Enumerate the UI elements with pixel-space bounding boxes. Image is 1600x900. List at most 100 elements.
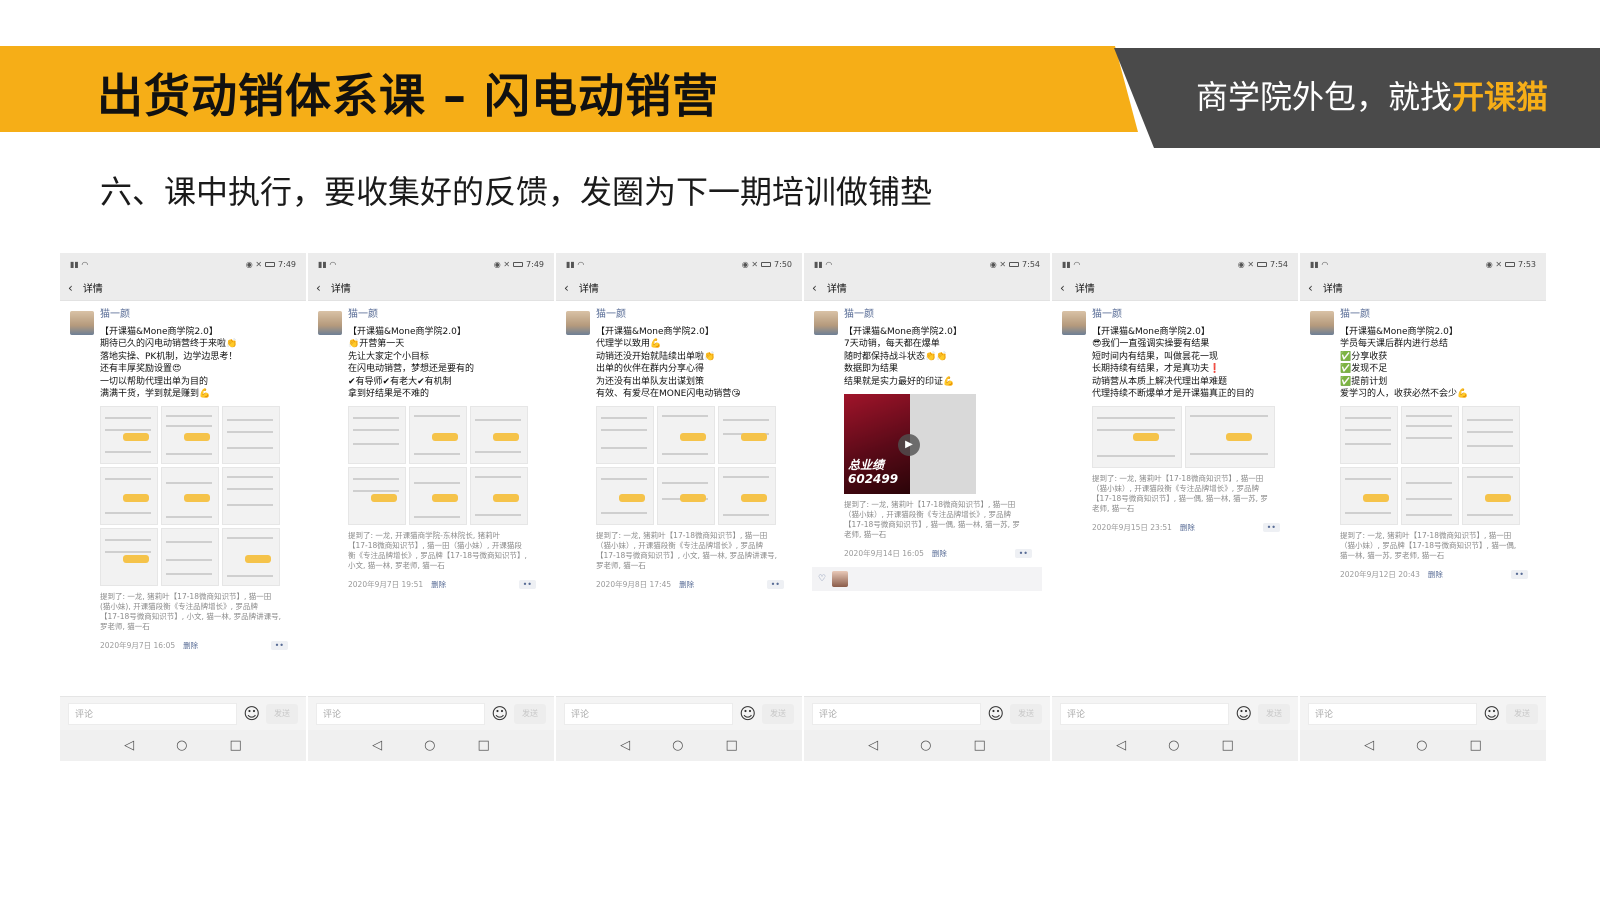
post-image[interactable] — [1462, 406, 1520, 465]
recents-nav-icon[interactable]: □ — [230, 738, 242, 753]
post-image[interactable] — [657, 467, 715, 526]
avatar[interactable] — [70, 311, 94, 335]
delete-link[interactable]: 删除 — [431, 579, 446, 590]
video-thumbnail[interactable]: 总业绩 602499 ▶ — [844, 394, 976, 495]
send-button[interactable]: 发送 — [514, 703, 546, 724]
avatar[interactable] — [1062, 311, 1086, 335]
post-image[interactable] — [718, 467, 776, 526]
comment-input[interactable]: 评论 — [812, 702, 982, 725]
back-icon[interactable]: ‹ — [68, 281, 73, 295]
home-nav-icon[interactable]: ○ — [672, 738, 683, 753]
post-image[interactable] — [222, 528, 280, 587]
send-button[interactable]: 发送 — [1258, 703, 1290, 724]
post-author[interactable]: 猫一颜 — [596, 309, 794, 321]
comment-input[interactable]: 评论 — [564, 702, 734, 725]
avatar[interactable] — [1310, 311, 1334, 335]
back-nav-icon[interactable]: ◁ — [124, 738, 134, 753]
send-button[interactable]: 发送 — [1506, 703, 1538, 724]
post-author[interactable]: 猫一颜 — [1092, 309, 1290, 321]
post-image[interactable] — [100, 528, 158, 587]
more-options-icon[interactable]: •• — [766, 580, 784, 590]
recents-nav-icon[interactable]: □ — [974, 738, 986, 753]
back-nav-icon[interactable]: ◁ — [1364, 738, 1374, 753]
back-icon[interactable]: ‹ — [812, 281, 817, 295]
post-image[interactable] — [1401, 406, 1459, 465]
emoji-icon[interactable]: ☺ — [1483, 704, 1500, 723]
post-author[interactable]: 猫一颜 — [844, 309, 1042, 321]
recents-nav-icon[interactable]: □ — [726, 738, 738, 753]
post-author[interactable]: 猫一颜 — [1340, 309, 1538, 321]
delete-link[interactable]: 删除 — [183, 640, 198, 651]
avatar[interactable] — [318, 311, 342, 335]
more-options-icon[interactable]: •• — [1510, 570, 1528, 580]
back-nav-icon[interactable]: ◁ — [372, 738, 382, 753]
post-image[interactable] — [1092, 406, 1182, 469]
more-options-icon[interactable]: •• — [1014, 549, 1032, 559]
delete-link[interactable]: 删除 — [1180, 522, 1195, 533]
comment-input[interactable]: 评论 — [316, 702, 486, 725]
post-image[interactable] — [1185, 406, 1275, 469]
post-image[interactable] — [1340, 467, 1398, 526]
send-button[interactable]: 发送 — [762, 703, 794, 724]
send-button[interactable]: 发送 — [266, 703, 298, 724]
home-nav-icon[interactable]: ○ — [920, 738, 931, 753]
back-icon[interactable]: ‹ — [1060, 281, 1065, 295]
emoji-icon[interactable]: ☺ — [491, 704, 508, 723]
post-image[interactable] — [348, 406, 406, 465]
delete-link[interactable]: 删除 — [1428, 569, 1443, 580]
home-nav-icon[interactable]: ○ — [1168, 738, 1179, 753]
post-image[interactable] — [470, 467, 528, 526]
home-nav-icon[interactable]: ○ — [1416, 738, 1427, 753]
emoji-icon[interactable]: ☺ — [243, 704, 260, 723]
post-image[interactable] — [1462, 467, 1520, 526]
post-image[interactable] — [1340, 406, 1398, 465]
post-author[interactable]: 猫一颜 — [348, 309, 546, 321]
post-meta: 2020年9月15日 23:51 删除 •• — [1092, 522, 1290, 533]
post-image[interactable] — [161, 528, 219, 587]
post-image[interactable] — [470, 406, 528, 465]
post-author[interactable]: 猫一颜 — [100, 309, 298, 321]
delete-link[interactable]: 删除 — [679, 579, 694, 590]
post-image[interactable] — [657, 406, 715, 465]
post-image[interactable] — [222, 467, 280, 526]
recents-nav-icon[interactable]: □ — [1470, 738, 1482, 753]
post-image[interactable] — [100, 406, 158, 465]
recents-nav-icon[interactable]: □ — [478, 738, 490, 753]
more-options-icon[interactable]: •• — [270, 641, 288, 651]
post-image[interactable] — [161, 467, 219, 526]
back-icon[interactable]: ‹ — [1308, 281, 1313, 295]
comment-input[interactable]: 评论 — [1308, 702, 1478, 725]
emoji-icon[interactable]: ☺ — [987, 704, 1004, 723]
comment-input[interactable]: 评论 — [1060, 702, 1230, 725]
post-image[interactable] — [596, 406, 654, 465]
post-image[interactable] — [718, 406, 776, 465]
send-button[interactable]: 发送 — [1010, 703, 1042, 724]
play-icon[interactable]: ▶ — [898, 434, 920, 457]
more-options-icon[interactable]: •• — [1262, 523, 1280, 533]
comment-input[interactable]: 评论 — [68, 702, 238, 725]
post-image[interactable] — [348, 467, 406, 526]
emoji-icon[interactable]: ☺ — [1235, 704, 1252, 723]
back-nav-icon[interactable]: ◁ — [1116, 738, 1126, 753]
recents-nav-icon[interactable]: □ — [1222, 738, 1234, 753]
home-nav-icon[interactable]: ○ — [176, 738, 187, 753]
more-options-icon[interactable]: •• — [518, 580, 536, 590]
back-nav-icon[interactable]: ◁ — [620, 738, 630, 753]
post-image[interactable] — [161, 406, 219, 465]
post-image[interactable] — [222, 406, 280, 465]
back-icon[interactable]: ‹ — [316, 281, 321, 295]
post-image[interactable] — [409, 467, 467, 526]
post-image[interactable] — [596, 467, 654, 526]
back-icon[interactable]: ‹ — [564, 281, 569, 295]
post-image[interactable] — [100, 467, 158, 526]
back-nav-icon[interactable]: ◁ — [868, 738, 878, 753]
avatar[interactable] — [566, 311, 590, 335]
emoji-icon[interactable]: ☺ — [739, 704, 756, 723]
avatar[interactable] — [814, 311, 838, 335]
post-image[interactable] — [409, 406, 467, 465]
liker-avatar[interactable] — [832, 571, 849, 588]
home-nav-icon[interactable]: ○ — [424, 738, 435, 753]
delete-link[interactable]: 删除 — [932, 548, 947, 559]
android-nav-bar: ◁ ○ □ — [308, 730, 554, 761]
post-image[interactable] — [1401, 467, 1459, 526]
